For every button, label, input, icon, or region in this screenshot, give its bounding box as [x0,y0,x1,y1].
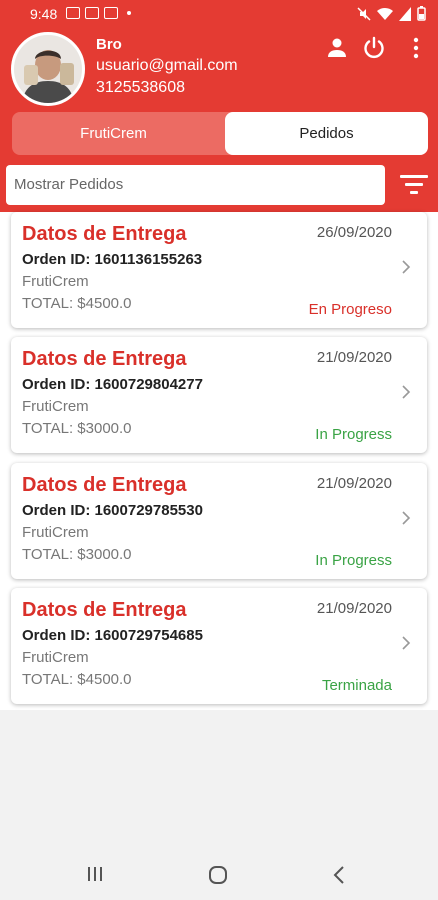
order-status: In Progress [315,426,392,443]
order-date: 26/09/2020 [316,224,392,241]
chevron-right-icon [402,385,411,399]
order-total: TOTAL: $3000.0 [22,546,132,563]
home-icon[interactable] [207,864,229,886]
order-date: 21/09/2020 [316,475,392,492]
order-id: Orden ID: 1600729804277 [22,376,203,393]
tab-bar: FrutiCrem Pedidos [12,112,428,155]
order-id: Orden ID: 1600729754685 [22,627,203,644]
more-notifications-icon [127,11,131,15]
power-icon[interactable] [362,36,386,60]
order-title: Datos de Entrega [22,474,187,496]
order-status: Terminada [321,677,392,694]
more-vert-icon[interactable] [404,36,428,60]
chevron-right-icon [402,511,411,525]
chevron-right-icon [402,636,411,650]
order-id: Orden ID: 1600729785530 [22,502,203,519]
battery-icon [417,6,426,21]
order-status: En Progreso [308,301,392,318]
profile-email: usuario@gmail.com [96,57,238,74]
orders-list: Datos de Entrega 26/09/2020 Orden ID: 16… [0,212,438,710]
photo-icon [104,7,118,19]
profile-name: Bro [96,36,122,53]
order-title: Datos de Entrega [22,223,187,245]
chevron-right-icon [402,260,411,274]
tab-pedidos[interactable]: Pedidos [225,112,428,155]
linkedin-icon [85,7,99,19]
app-header: 9:48 Bro usuario@gmail.com 3125538608 Fr… [0,0,438,212]
order-card[interactable]: Datos de Entrega 21/09/2020 Orden ID: 16… [11,588,427,704]
filter-icon[interactable] [400,172,428,196]
order-total: TOTAL: $4500.0 [22,671,132,688]
order-id: Orden ID: 1601136155263 [22,251,203,268]
mute-icon [357,6,371,21]
order-total: TOTAL: $3000.0 [22,420,132,437]
order-status: In Progress [315,552,392,569]
wifi-icon [377,7,393,20]
search-input[interactable]: Mostrar Pedidos [6,165,385,205]
status-bar: 9:48 [0,0,438,28]
gallery-icon [66,7,80,19]
profile-phone: 3125538608 [96,79,185,96]
notification-icons [66,7,131,19]
order-card[interactable]: Datos de Entrega 21/09/2020 Orden ID: 16… [11,463,427,579]
system-nav-bar [0,850,438,900]
order-date: 21/09/2020 [316,349,392,366]
signal-icon [399,6,411,21]
back-icon[interactable] [332,864,346,886]
order-shop: FrutiCrem [22,649,89,666]
order-shop: FrutiCrem [22,398,89,415]
avatar-image [14,35,82,103]
order-card[interactable]: Datos de Entrega 21/09/2020 Orden ID: 16… [11,337,427,453]
system-icons [357,6,426,21]
order-date: 21/09/2020 [316,600,392,617]
order-card[interactable]: Datos de Entrega 26/09/2020 Orden ID: 16… [11,212,427,328]
recent-apps-icon[interactable] [86,864,104,884]
order-total: TOTAL: $4500.0 [22,295,132,312]
tab-fruticrem[interactable]: FrutiCrem [12,112,215,155]
avatar[interactable] [11,32,85,106]
order-shop: FrutiCrem [22,273,89,290]
status-time: 9:48 [30,6,58,22]
person-icon[interactable] [325,36,349,60]
order-shop: FrutiCrem [22,524,89,541]
order-title: Datos de Entrega [22,599,187,621]
order-title: Datos de Entrega [22,348,187,370]
